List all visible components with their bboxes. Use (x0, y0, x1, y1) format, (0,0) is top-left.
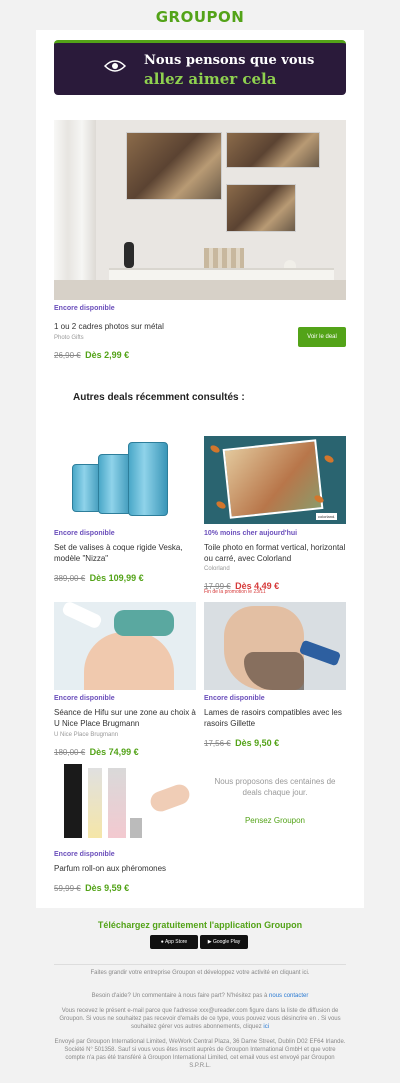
footer-divider (54, 964, 346, 965)
think-groupon-link[interactable]: Pensez Groupon (204, 816, 346, 825)
deal-image-hifu[interactable] (54, 602, 196, 690)
deal-image-suitcases[interactable] (54, 436, 196, 524)
footer-legal-1-text: Vous recevez le présent e-mail parce que… (59, 1008, 341, 1030)
deal-new-price: Dès 74,99 € (89, 747, 139, 757)
hifu-device-graphic (60, 602, 104, 630)
books-graphic (204, 248, 244, 268)
metal-photo-frame (226, 132, 320, 168)
hero-line-2: allez aimer cela (144, 70, 277, 88)
deal-old-price: 180,00 € (54, 748, 86, 757)
hero-banner: Nous pensons que vous allez aimer cela (54, 40, 346, 95)
leaf-graphic (209, 443, 221, 455)
deal-title[interactable]: Toile photo en format vertical, horizont… (204, 542, 346, 564)
hand-graphic (147, 781, 193, 815)
deal-new-price: Dès 9,50 € (235, 738, 280, 748)
perfume-bottle-graphic (108, 768, 126, 838)
play-icon: ▶ (207, 939, 212, 945)
deal-price: 59,99 € Dès 9,59 € (54, 878, 129, 896)
app-download-title: Téléchargez gratuitement l'application G… (97, 920, 303, 930)
deal-new-price: Dès 9,59 € (85, 883, 130, 893)
perfume-bottle-graphic (88, 768, 102, 838)
footer-help-text: Besoin d'aide? Un commentaire à nous fai… (91, 993, 268, 999)
deal-price: 17,56 € Dès 9,50 € (204, 733, 279, 751)
hero-line-1: Nous pensons que vous (144, 53, 315, 68)
perfume-box-graphic (64, 764, 82, 838)
deal-old-price: 17,56 € (204, 739, 231, 748)
groupon-logo[interactable]: GROUPON (0, 8, 400, 26)
footer-legal-1: Vous recevez le présent e-mail parce que… (54, 1007, 346, 1031)
google-play-label: Google Play (213, 939, 241, 945)
vase-graphic (124, 242, 134, 268)
deal-old-price: 59,99 € (54, 884, 81, 893)
featured-price: 26,90 € Dès 2,99 € (54, 345, 129, 363)
contact-link[interactable]: nous contacter (269, 993, 308, 999)
metal-photo-frame (126, 132, 222, 200)
featured-merchant: Photo Gifts (54, 335, 84, 341)
view-deal-button[interactable]: Voir le deal (298, 327, 346, 347)
metal-photo-frame (226, 184, 296, 232)
sideboard-graphic (109, 268, 334, 280)
deal-price: 389,00 € Dès 109,99 € (54, 568, 144, 586)
deal-status: Encore disponible (54, 851, 115, 858)
deal-status: Encore disponible (204, 695, 265, 702)
deal-image-perfume[interactable] (54, 758, 196, 846)
deal-status: Encore disponible (54, 530, 115, 537)
footer-help: Besoin d'aide? Un commentaire à nous fai… (54, 992, 346, 1000)
eye-icon (104, 60, 126, 72)
deal-merchant: Colorland (204, 566, 230, 572)
deal-title[interactable]: Set de valises à coque rigide Veska, mod… (54, 542, 196, 564)
deal-title[interactable]: Parfum roll-on aux phéromones (54, 863, 196, 874)
featured-old-price: 26,90 € (54, 351, 81, 360)
app-store-badge[interactable]: ● App Store (150, 935, 198, 949)
leaf-graphic (323, 453, 335, 465)
deal-status: Encore disponible (54, 695, 115, 702)
hair-cap-graphic (114, 610, 174, 636)
featured-deal-image[interactable] (54, 120, 346, 300)
featured-title[interactable]: 1 ou 2 cadres photos sur métal (54, 321, 284, 332)
footer-merchant-text[interactable]: Faites grandir votre entreprise Groupon … (54, 969, 346, 977)
deal-new-price: Dès 109,99 € (89, 573, 144, 583)
featured-new-price: Dès 2,99 € (85, 350, 130, 360)
promo-message: Nous proposons des centaines de deals ch… (214, 777, 336, 797)
manage-subscriptions-link[interactable]: ici (263, 1024, 269, 1030)
deal-title[interactable]: Séance de Hifu sur une zone au choix à U… (54, 707, 196, 729)
perfume-cap-graphic (130, 818, 142, 838)
apple-icon: ● (160, 939, 164, 945)
suitcase-large (128, 442, 168, 516)
deal-status: 10% moins cher aujourd'hui (204, 530, 298, 537)
deal-merchant: U Nice Place Brugmann (54, 732, 119, 738)
leaf-graphic (215, 499, 227, 511)
featured-status: Encore disponible (54, 305, 115, 312)
deal-image-razor[interactable] (204, 602, 346, 690)
suitcase-medium (98, 454, 132, 514)
floor-graphic (54, 280, 346, 300)
google-play-badge[interactable]: ▶ Google Play (200, 935, 248, 949)
app-store-label: App Store (164, 939, 188, 945)
email-card: Nous pensons que vous allez aimer cela E… (36, 30, 364, 908)
recent-deals-heading: Autres deals récemment consultés : (73, 392, 245, 403)
deal-title[interactable]: Lames de rasoirs compatibles avec les ra… (204, 707, 346, 729)
face-graphic (84, 632, 174, 690)
deal-image-canvas[interactable]: colorland. (204, 436, 346, 524)
razor-graphic (298, 639, 342, 667)
promo-end-date: Fin de la promotion le 23/11 (204, 589, 266, 595)
curtain-graphic (54, 120, 96, 300)
colorland-tag: colorland. (316, 513, 338, 520)
canvas-photo-graphic (222, 439, 324, 519)
deal-old-price: 389,00 € (54, 574, 86, 583)
footer-legal-2: Envoyé par Groupon International Limited… (54, 1039, 346, 1069)
